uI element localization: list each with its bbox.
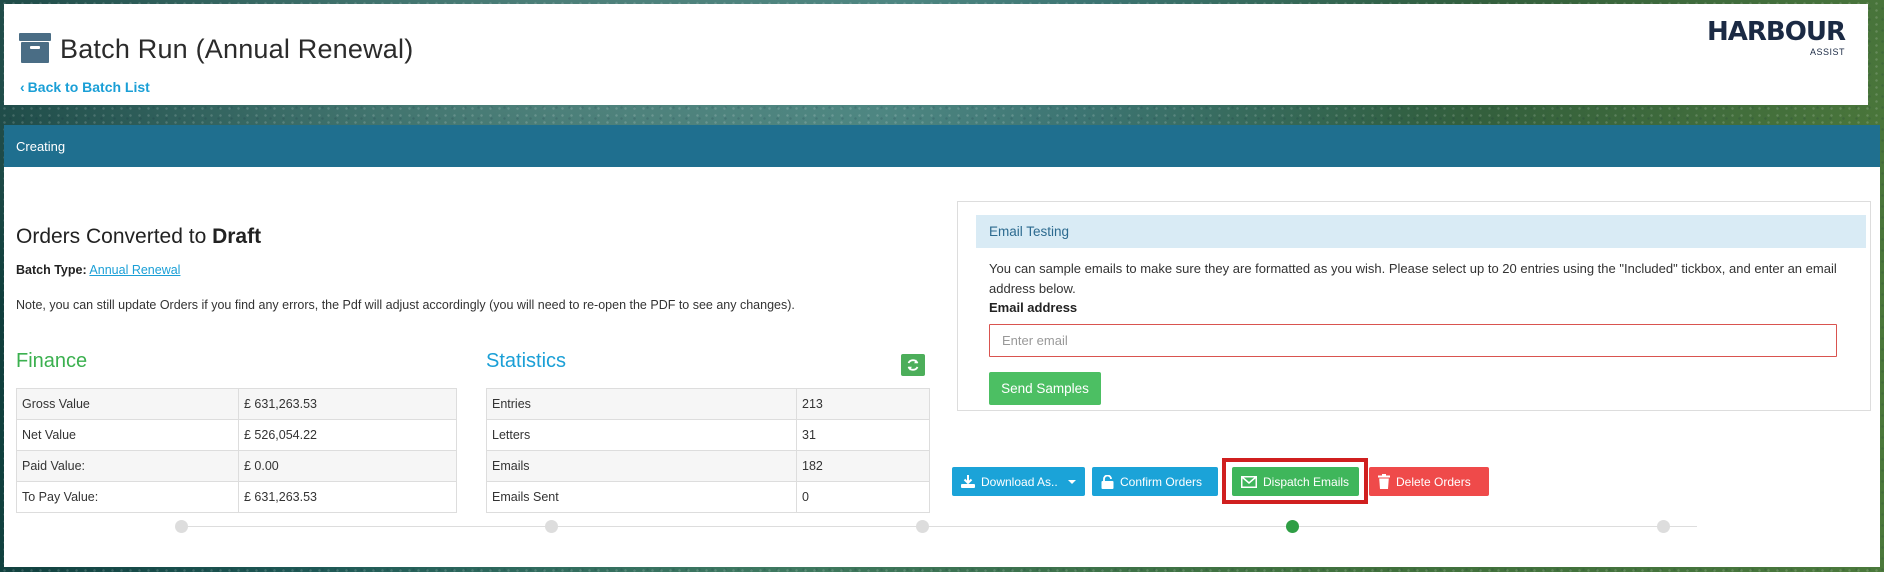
orders-heading: Orders Converted to Draft bbox=[16, 225, 262, 248]
download-icon bbox=[961, 475, 975, 488]
email-field[interactable] bbox=[989, 324, 1837, 357]
back-to-batch-list-link[interactable]: ‹ Back to Batch List bbox=[20, 79, 150, 95]
page-header: Batch Run (Annual Renewal) ‹ Back to Batc… bbox=[4, 4, 1868, 105]
stepper-step bbox=[916, 520, 929, 533]
finance-label: Net Value bbox=[16, 419, 239, 451]
finance-table: Gross Value £ 631,263.53 Net Value £ 526,0… bbox=[16, 388, 457, 513]
finance-value: £ 631,263.53 bbox=[238, 481, 457, 513]
table-row: Emails Sent 0 bbox=[486, 481, 930, 513]
download-as-button[interactable]: Download As.. bbox=[952, 467, 1085, 496]
finance-value: £ 526,054.22 bbox=[238, 419, 457, 451]
finance-title: Finance bbox=[16, 350, 88, 372]
delete-orders-button[interactable]: Delete Orders bbox=[1369, 467, 1489, 496]
confirm-orders-button[interactable]: Confirm Orders bbox=[1092, 467, 1218, 496]
table-row: Paid Value: £ 0.00 bbox=[16, 450, 457, 482]
finance-label: To Pay Value: bbox=[16, 481, 239, 513]
dispatch-emails-button[interactable]: Dispatch Emails bbox=[1232, 467, 1359, 496]
refresh-icon bbox=[907, 359, 919, 371]
stepper-step bbox=[175, 520, 188, 533]
table-row: Net Value £ 526,054.22 bbox=[16, 419, 457, 451]
email-testing-help: You can sample emails to make sure they … bbox=[989, 261, 1837, 296]
chevron-left-icon: ‹ bbox=[20, 79, 25, 95]
caret-down-icon bbox=[1067, 479, 1076, 484]
download-as-label: Download As.. bbox=[981, 474, 1058, 489]
statistics-label: Emails bbox=[486, 450, 797, 482]
archive-box-icon bbox=[19, 33, 51, 63]
statistics-label: Emails Sent bbox=[486, 481, 797, 513]
email-testing-title: Email Testing bbox=[976, 215, 1866, 248]
email-testing-panel: Email Testing You can sample emails to m… bbox=[957, 201, 1871, 411]
stepper-step-active bbox=[1286, 520, 1299, 533]
back-link-label: Back to Batch List bbox=[27, 79, 150, 95]
dispatch-emails-label: Dispatch Emails bbox=[1263, 474, 1350, 489]
table-row: Letters 31 bbox=[486, 419, 930, 451]
statistics-value: 213 bbox=[796, 388, 930, 420]
main-panel: Orders Converted to Draft Batch Type: An… bbox=[4, 167, 1880, 567]
finance-label: Gross Value bbox=[16, 388, 239, 420]
send-samples-button[interactable]: Send Samples bbox=[989, 372, 1101, 405]
email-address-label: Email address bbox=[989, 300, 1078, 315]
batch-type-link[interactable]: Annual Renewal bbox=[89, 263, 180, 277]
refresh-button[interactable] bbox=[901, 354, 925, 376]
delete-orders-label: Delete Orders bbox=[1396, 474, 1471, 489]
table-row: Gross Value £ 631,263.53 bbox=[16, 388, 457, 420]
status-bar: Creating bbox=[4, 125, 1880, 167]
page-title: Batch Run (Annual Renewal) bbox=[60, 34, 414, 64]
batch-type: Batch Type: Annual Renewal bbox=[16, 263, 180, 277]
statistics-value: 31 bbox=[796, 419, 930, 451]
table-row: Entries 213 bbox=[486, 388, 930, 420]
finance-value: £ 631,263.53 bbox=[238, 388, 457, 420]
statistics-label: Entries bbox=[486, 388, 797, 420]
stepper-step bbox=[545, 520, 558, 533]
statistics-table: Entries 213 Letters 31 Emails 182 Emails Se… bbox=[486, 388, 930, 513]
progress-stepper-line bbox=[184, 526, 1697, 527]
statistics-label: Letters bbox=[486, 419, 797, 451]
unlock-icon bbox=[1101, 474, 1114, 489]
stepper-step bbox=[1657, 520, 1670, 533]
harbour-assist-logo: HARBOUR ASSIST bbox=[1707, 17, 1846, 57]
statistics-value: 0 bbox=[796, 481, 930, 513]
table-row: Emails 182 bbox=[486, 450, 930, 482]
orders-note: Note, you can still update Orders if you… bbox=[16, 298, 795, 312]
trash-icon bbox=[1378, 474, 1390, 489]
finance-value: £ 0.00 bbox=[238, 450, 457, 482]
batch-type-label: Batch Type: bbox=[16, 263, 87, 277]
confirm-orders-label: Confirm Orders bbox=[1120, 474, 1203, 489]
envelope-icon bbox=[1241, 475, 1257, 488]
statistics-title: Statistics bbox=[486, 350, 567, 372]
table-row: To Pay Value: £ 631,263.53 bbox=[16, 481, 457, 513]
finance-label: Paid Value: bbox=[16, 450, 239, 482]
statistics-value: 182 bbox=[796, 450, 930, 482]
